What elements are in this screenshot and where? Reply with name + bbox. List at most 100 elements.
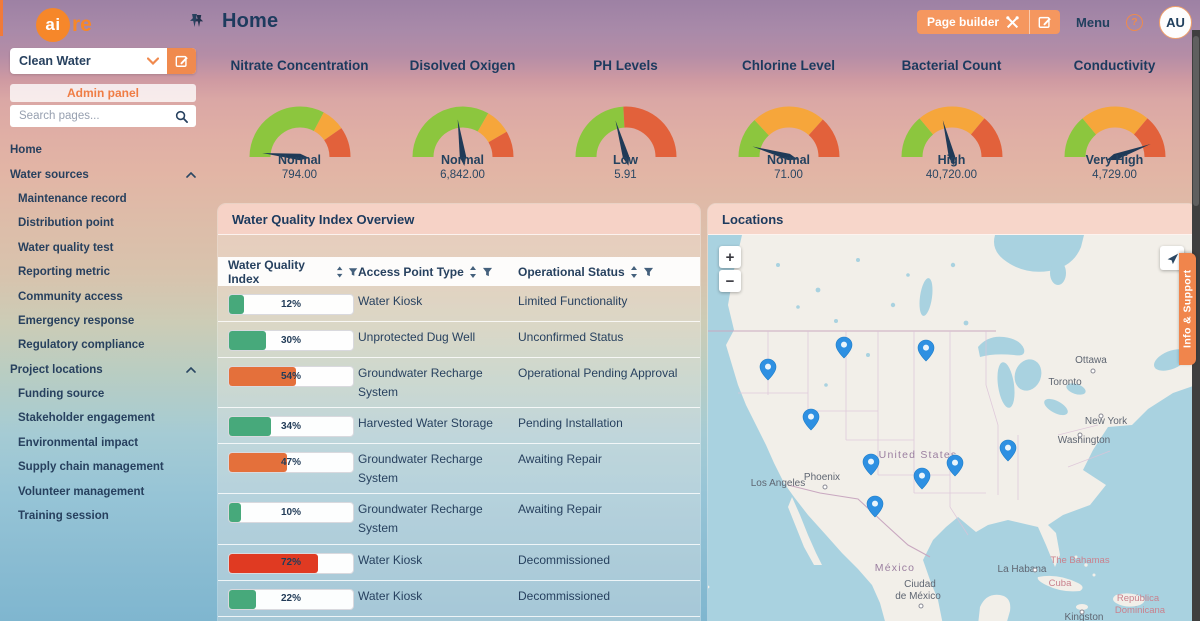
map-city-label: Los Angeles (751, 478, 806, 489)
app-logo: ai re (36, 8, 92, 42)
filter-icon[interactable] (643, 267, 654, 277)
sidebar-item-environmental-impact[interactable]: Environmental impact (0, 431, 210, 455)
sidebar-item-label: Reporting metric (18, 266, 110, 278)
topbar-actions: Page builder Menu ? AU (917, 0, 1192, 44)
sidebar-item-label: Water sources (10, 169, 89, 181)
map-city-dot (919, 604, 923, 608)
status-cell: Awaiting Repair (518, 450, 700, 469)
edit-icon (175, 54, 189, 68)
sidebar-item-water-quality-test[interactable]: Water quality test (0, 236, 210, 260)
sidebar-item-funding-source[interactable]: Funding source (0, 382, 210, 406)
sidebar-item-maintenance-record[interactable]: Maintenance record (0, 187, 210, 211)
map-canvas[interactable]: United StatesMéxicoOttawaTorontoNew York… (708, 235, 1196, 621)
gauge-title: Nitrate Concentration (230, 58, 368, 78)
map-city-dot (1078, 433, 1082, 437)
chevron-up-icon (186, 367, 196, 373)
progress-bar: 54% (228, 366, 354, 387)
zoom-out-button[interactable]: − (719, 270, 741, 292)
filter-icon[interactable] (348, 267, 358, 277)
map-city-label: New York (1085, 416, 1128, 427)
sidebar-item-label: Maintenance record (18, 193, 127, 205)
map-city-label: Toronto (1048, 377, 1082, 388)
sidebar-item-project-locations[interactable]: Project locations (0, 358, 210, 382)
gauge-status: Normal (767, 153, 810, 167)
sort-icon[interactable] (469, 266, 477, 278)
menu-button[interactable]: Menu (1076, 15, 1110, 30)
sidebar-search (10, 105, 196, 127)
sidebar-item-distribution-point[interactable]: Distribution point (0, 211, 210, 235)
progress-label: 47% (229, 453, 353, 472)
gauge-bacterial-count: Bacterial Count High 40,720.00 (870, 58, 1033, 181)
avatar[interactable]: AU (1159, 6, 1192, 39)
sidebar-item-emergency-response[interactable]: Emergency response (0, 309, 210, 333)
status-cell: Limited Functionality (518, 292, 700, 311)
progress-bar: 34% (228, 416, 354, 437)
scrollbar-thumb[interactable] (1193, 36, 1199, 206)
status-cell: Decommissioned (518, 551, 700, 570)
workspace-select[interactable]: Clean Water (10, 48, 196, 74)
edit-icon (1038, 15, 1052, 29)
gauge-value: 40,720.00 (926, 169, 977, 181)
sidebar-item-label: Home (10, 144, 42, 156)
page-builder-button[interactable]: Page builder (917, 10, 1060, 34)
sidebar-item-label: Water quality test (18, 242, 113, 254)
access-point-cell: Water Kiosk (358, 587, 518, 606)
table: Water Quality Index Access Point Type Op… (218, 235, 700, 621)
map[interactable]: United StatesMéxicoOttawaTorontoNew York… (708, 235, 1196, 621)
gauges-row: Nitrate Concentration Normal 794.00 Diso… (218, 58, 1196, 181)
search-icon[interactable] (175, 110, 188, 123)
gauge-value: 4,729.00 (1092, 169, 1137, 181)
tools-icon (1006, 16, 1019, 29)
gauge-disolved-oxigen: Disolved Oxigen Normal 6,842.00 (381, 58, 544, 181)
navigation-arrow-icon (1165, 251, 1180, 266)
sidebar-item-home[interactable]: Home (0, 138, 210, 162)
sidebar-item-stakeholder-engagement[interactable]: Stakeholder engagement (0, 406, 210, 430)
help-icon[interactable]: ? (1126, 14, 1143, 31)
sidebar-item-training-session[interactable]: Training session (0, 504, 210, 528)
map-city-label: La Habana (998, 564, 1047, 575)
sidebar-item-label: Distribution point (18, 217, 114, 229)
gauge-title: Chlorine Level (742, 58, 835, 78)
sidebar-item-volunteer-management[interactable]: Volunteer management (0, 479, 210, 503)
search-input[interactable] (10, 109, 175, 123)
sidebar-item-supply-chain-management[interactable]: Supply chain management (0, 455, 210, 479)
column-label: Access Point Type (358, 265, 464, 279)
access-point-cell: Harvested Water Storage (358, 414, 518, 433)
table-row: 31% Public Tap Operational Pending Appro… (218, 616, 700, 621)
workspace-edit-button[interactable] (167, 48, 196, 74)
map-city-label: Ottawa (1075, 355, 1107, 366)
progress-label: 54% (229, 367, 353, 386)
progress-bar: 10% (228, 502, 354, 523)
sidebar-item-community-access[interactable]: Community access (0, 284, 210, 308)
gauge-status: Normal (278, 153, 321, 167)
info-support-tab[interactable]: Info & Support (1179, 253, 1196, 365)
progress-bar: 47% (228, 452, 354, 473)
sidebar-item-label: Funding source (18, 388, 104, 400)
page-edit-button[interactable] (1030, 10, 1060, 34)
table-body: 12% Water Kiosk Limited Functionality 30… (218, 286, 700, 621)
pin-page-button[interactable] (193, 14, 205, 33)
gauge-title: Conductivity (1074, 58, 1156, 78)
zoom-in-button[interactable]: + (719, 246, 741, 268)
workspace-value: Clean Water (10, 54, 147, 68)
map-island-label: The Bahamas (1050, 555, 1109, 566)
table-row: 72% Water Kiosk Decommissioned (218, 544, 700, 580)
sidebar-item-reporting-metric[interactable]: Reporting metric (0, 260, 210, 284)
sidebar-item-regulatory-compliance[interactable]: Regulatory compliance (0, 333, 210, 357)
column-label: Operational Status (518, 265, 625, 279)
sort-icon[interactable] (630, 266, 638, 278)
locations-panel: Locations (708, 204, 1196, 621)
map-city-dot (1099, 414, 1103, 418)
map-island-label: Dominicana (1115, 605, 1166, 616)
filter-icon[interactable] (482, 267, 493, 277)
map-city-dot (1033, 568, 1037, 572)
table-row: 22% Water Kiosk Decommissioned (218, 580, 700, 616)
chevron-down-icon (147, 57, 159, 65)
chevron-up-icon (186, 172, 196, 178)
admin-panel-button[interactable]: Admin panel (10, 84, 196, 102)
sidebar-item-label: Training session (18, 510, 109, 522)
gauge-status: Normal (441, 153, 484, 167)
pin-icon (193, 14, 205, 28)
sidebar-item-water-sources[interactable]: Water sources (0, 162, 210, 186)
sort-icon[interactable] (336, 266, 343, 278)
